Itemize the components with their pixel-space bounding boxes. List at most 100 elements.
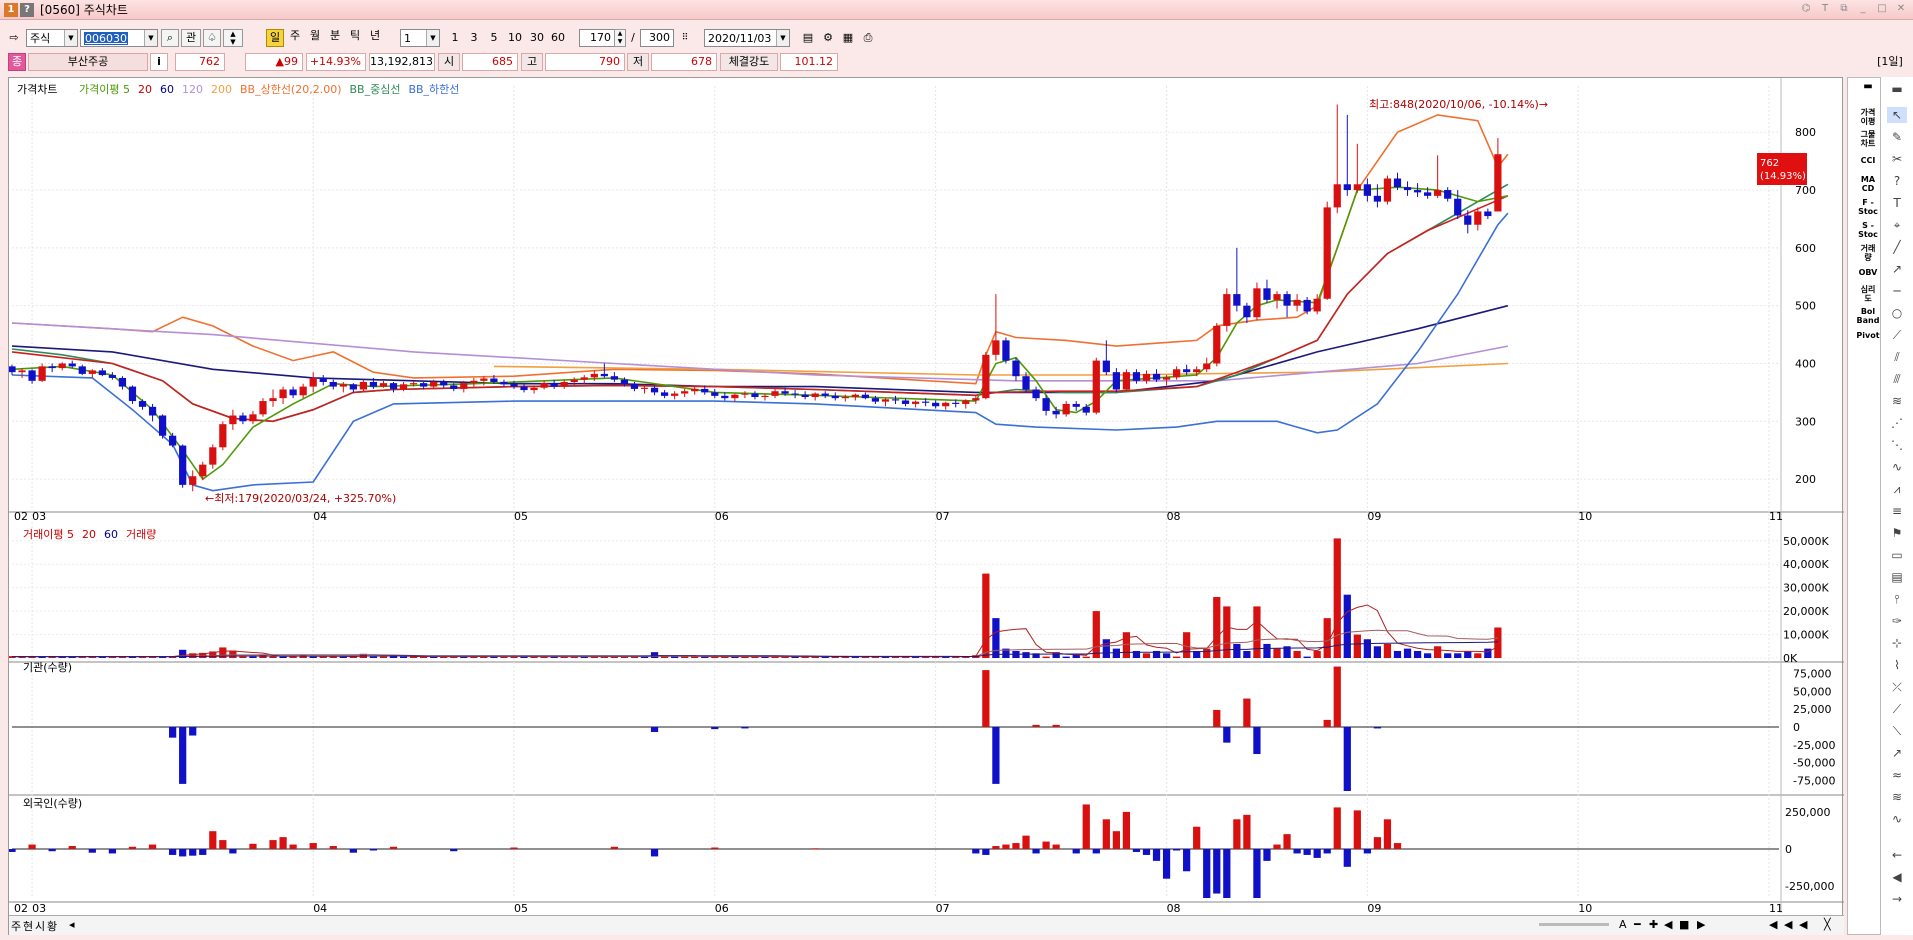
prev-button[interactable]: ◀ [1784, 918, 1792, 931]
volume-legend-ma5[interactable]: 거래이평 5 [23, 528, 74, 541]
speed-line-icon[interactable]: ⋱ [1887, 437, 1907, 453]
horizontal-line-icon[interactable]: ─ [1887, 283, 1907, 299]
target-icon[interactable]: ⊹ [1887, 635, 1907, 651]
polyline-icon[interactable]: ⟋ [1887, 327, 1907, 343]
period-day-button[interactable]: 일 [266, 29, 284, 47]
tab-scroll-left[interactable]: ◂ [69, 918, 75, 931]
legend-bb-middle[interactable]: BB_중심선 [350, 83, 401, 96]
compare-button[interactable]: ♤ [203, 29, 221, 47]
legend-bb-upper[interactable]: BB_상한선(20,2.00) [240, 83, 342, 96]
import-icon[interactable]: ⇨ [5, 29, 23, 47]
trend-line-icon[interactable]: ╱ [1887, 239, 1907, 255]
interval-1-button[interactable]: 1 [448, 29, 462, 47]
copy-icon[interactable]: ⧉ [1836, 2, 1852, 17]
delete-icon[interactable]: ✂ [1887, 151, 1907, 167]
first-button[interactable]: ◀ [1769, 918, 1777, 931]
zoom-text-button[interactable]: A [1619, 918, 1627, 931]
window-number-icon[interactable]: 1 [4, 2, 18, 17]
stock-name[interactable]: 부산주공 [28, 52, 148, 71]
scroll-slider[interactable] [1539, 923, 1609, 926]
market-select[interactable]: 주식 ▼ [26, 29, 78, 47]
tab-ju[interactable]: 주 [11, 918, 21, 934]
volume-legend-ma20[interactable]: 20 [82, 528, 96, 541]
period-week-button[interactable]: 주 [286, 27, 304, 45]
volume-legend-volume[interactable]: 거래량 [126, 528, 156, 541]
zoom-in-button[interactable]: ✚ [1649, 918, 1658, 931]
interval-select[interactable]: 1 ▼ [400, 29, 440, 47]
period-minute-button[interactable]: 분 [326, 27, 344, 45]
up-arrow-icon[interactable]: ↗ [1887, 745, 1907, 761]
play-back-button[interactable]: ◀ [1664, 918, 1672, 931]
info-button[interactable]: i [150, 52, 168, 71]
ray-icon[interactable]: ⟋ [1887, 701, 1907, 717]
stock-code-input[interactable]: 006030 ▼ [80, 29, 158, 47]
auto-icon[interactable]: ⚑ [1887, 525, 1907, 541]
interval-5-button[interactable]: 5 [487, 29, 501, 47]
count-total-input[interactable]: 300 [640, 29, 674, 47]
interval-3-button[interactable]: 3 [467, 29, 481, 47]
tab-hwang[interactable]: 황 [47, 918, 57, 934]
interval-30-button[interactable]: 30 [528, 29, 546, 47]
arrow-line-icon[interactable]: ↗ [1887, 261, 1907, 277]
channel-icon[interactable]: ⫻ [1887, 371, 1907, 387]
gear-icon[interactable]: ⚙ [820, 29, 836, 47]
count-input[interactable]: 170 [579, 29, 615, 47]
count-stepper[interactable]: ▲ ▼ [614, 29, 626, 47]
fibo-icon[interactable]: ≋ [1887, 393, 1907, 409]
play-button[interactable]: ▶ [1697, 918, 1705, 931]
box-icon[interactable]: ▭ [1887, 547, 1907, 563]
question-icon[interactable]: ? [1887, 173, 1907, 189]
circle-icon[interactable]: ○ [1887, 305, 1907, 321]
gwan-button[interactable]: 관 [181, 29, 201, 47]
help-icon[interactable]: ? [20, 2, 34, 17]
back-arrow-icon[interactable]: ← [1887, 847, 1907, 863]
legend-ma20[interactable]: 20 [138, 83, 152, 96]
print-icon[interactable]: ⎙ [860, 29, 876, 47]
reset-button[interactable]: ╳ [1824, 918, 1831, 931]
pin-icon[interactable]: T [1817, 2, 1833, 17]
fan-icon[interactable]: ⫽ [1887, 349, 1907, 365]
settings-dots-icon[interactable]: ⠿ [677, 29, 693, 47]
link-icon[interactable]: ⌬ [1798, 2, 1814, 17]
magnet-icon[interactable]: ⫯ [1887, 591, 1907, 607]
legend-ma5[interactable]: 가격이평 5 [79, 83, 130, 96]
legend-bb-lower[interactable]: BB_하한선 [408, 82, 459, 96]
search-button[interactable]: ⌕ [161, 29, 179, 47]
wave-icon[interactable]: ≈ [1887, 767, 1907, 783]
stepper-icon[interactable]: ▲ ▼ [223, 29, 243, 47]
minimize-icon[interactable]: _ [1855, 2, 1871, 17]
crosshair-icon[interactable]: ⌖ [1887, 217, 1907, 233]
zoom-out-button[interactable]: ━ [1634, 918, 1641, 931]
note-icon[interactable]: ▤ [1887, 569, 1907, 585]
period-tick-button[interactable]: 틱 [346, 27, 364, 45]
maximize-icon[interactable]: □ [1874, 2, 1890, 17]
volume-legend-ma60[interactable]: 60 [104, 528, 118, 541]
save-icon[interactable]: ▦ [840, 29, 856, 47]
legend-ma200[interactable]: 200 [211, 83, 232, 96]
left-arrow-icon[interactable]: ◀ [1887, 869, 1907, 885]
next-button[interactable]: ◀ [1799, 918, 1807, 931]
period-year-button[interactable]: 년 [366, 27, 384, 45]
period-month-button[interactable]: 월 [306, 27, 324, 45]
pen-icon[interactable]: ✑ [1887, 613, 1907, 629]
cut-icon[interactable]: ⤫ [1887, 679, 1907, 695]
close-icon[interactable]: ✕ [1893, 2, 1909, 17]
legend-ma120[interactable]: 120 [182, 83, 203, 96]
eraser-icon[interactable]: ✎ [1887, 129, 1907, 145]
right-arrow-icon[interactable]: → [1887, 891, 1907, 907]
cycle2-icon[interactable]: ∿ [1887, 811, 1907, 827]
cycle-icon[interactable]: ∿ [1887, 459, 1907, 475]
toolbar-collapse-icon[interactable]: ▬ [1887, 81, 1907, 97]
tab-hyeon[interactable]: 현 [23, 918, 33, 934]
pattern-icon[interactable]: ⌇ [1887, 657, 1907, 673]
chart-window[interactable]: 800 700 600 500 400 300 200 50,000K 40,000K 30,00… [8, 77, 1844, 935]
tab-si[interactable]: 시 [35, 918, 45, 934]
andrew-icon[interactable]: ⩘ [1887, 481, 1907, 497]
text-icon[interactable]: T [1887, 195, 1907, 211]
regression-icon[interactable]: ≡ [1887, 503, 1907, 519]
wave2-icon[interactable]: ≋ [1887, 789, 1907, 805]
date-select[interactable]: 2020/11/03 ▼ [704, 29, 790, 47]
chart-icon[interactable]: ▤ [800, 29, 816, 47]
interval-60-button[interactable]: 60 [549, 29, 567, 47]
stop-button[interactable]: ■ [1679, 918, 1689, 931]
